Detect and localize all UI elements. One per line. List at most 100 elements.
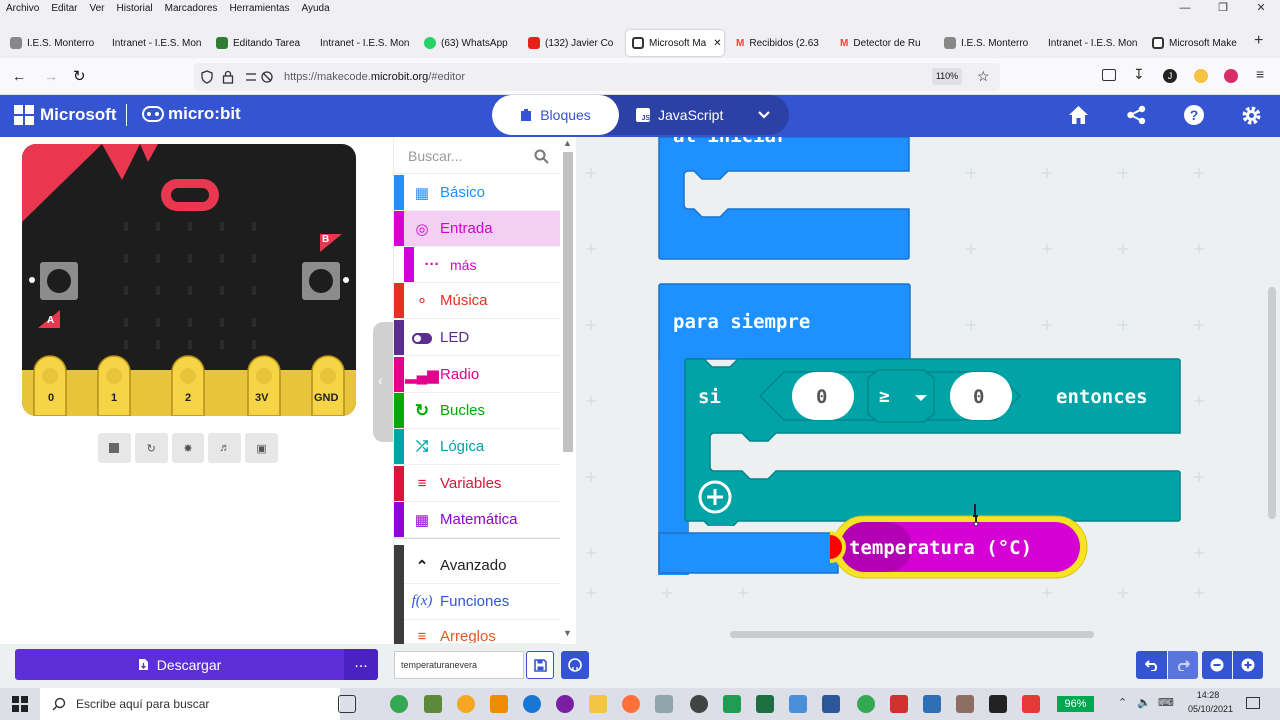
- photos-icon[interactable]: [923, 695, 941, 713]
- excel-icon[interactable]: [756, 695, 774, 713]
- download-icon[interactable]: ↧: [1133, 66, 1145, 83]
- restart-icon[interactable]: ↻: [134, 433, 168, 463]
- app-icon[interactable]: [789, 695, 807, 713]
- blocks-mode-button[interactable]: Bloques: [492, 95, 619, 135]
- tab-11[interactable]: Microsoft Make: [1146, 30, 1246, 56]
- word-icon[interactable]: [822, 695, 840, 713]
- github-button[interactable]: [561, 651, 589, 679]
- search-icon[interactable]: [534, 149, 549, 164]
- save-button[interactable]: [526, 651, 554, 679]
- download-button[interactable]: Descargar: [15, 649, 344, 680]
- microbit-simulator[interactable]: 0 1 2 3V GND A B: [22, 144, 356, 416]
- app-icon[interactable]: [556, 695, 574, 713]
- toolbox-scrollbar[interactable]: ▲ ▼: [562, 138, 574, 640]
- acrobat-icon[interactable]: [890, 695, 908, 713]
- zoom-in-button[interactable]: [1233, 651, 1263, 679]
- right-value-field[interactable]: 0: [973, 386, 984, 408]
- new-tab-icon[interactable]: +: [1254, 32, 1263, 50]
- mute-speaker-icon[interactable]: ♬: [208, 433, 242, 463]
- settings-gear-icon[interactable]: [690, 695, 708, 713]
- menu-historial[interactable]: Historial: [111, 3, 159, 14]
- reload-icon[interactable]: ↻: [73, 67, 86, 85]
- close-window-icon[interactable]: ✕: [1242, 0, 1280, 17]
- chrome-icon[interactable]: [390, 695, 408, 713]
- tab-10[interactable]: Intranet - I.E.S. Mon: [1042, 30, 1142, 56]
- fullscreen-icon[interactable]: ▣: [245, 433, 278, 463]
- app-icon[interactable]: [523, 695, 541, 713]
- menu-herramientas[interactable]: Herramientas: [223, 3, 295, 14]
- app-icon[interactable]: [457, 695, 475, 713]
- menu-editar[interactable]: Editar: [45, 3, 83, 14]
- microbit-logo[interactable]: micro:bit: [142, 104, 241, 124]
- extension-icon[interactable]: [1224, 69, 1238, 83]
- app-icon[interactable]: [723, 695, 741, 713]
- debug-bug-icon[interactable]: ✸: [171, 433, 205, 463]
- pocket-icon[interactable]: [1102, 69, 1116, 81]
- category-musica[interactable]: ⚬ Música: [394, 283, 560, 319]
- account-icon[interactable]: J: [1163, 69, 1177, 83]
- tab-7[interactable]: M Recibidos (2.63: [730, 30, 830, 56]
- on-start-block[interactable]: [658, 137, 912, 261]
- permissions-icon[interactable]: [244, 70, 274, 84]
- category-avanzado[interactable]: ⌃ Avanzado: [394, 548, 560, 584]
- category-logica[interactable]: ⤮ Lógica: [394, 429, 560, 465]
- workspace-horizontal-scrollbar[interactable]: [730, 631, 1094, 638]
- taskbar-search-input[interactable]: Escribe aquí para buscar: [40, 688, 340, 720]
- undo-button[interactable]: [1136, 651, 1167, 679]
- category-matematica[interactable]: ▦ Matemática: [394, 502, 560, 538]
- chrome-icon[interactable]: [857, 695, 875, 713]
- tab-4[interactable]: (63) WhatsApp: [418, 30, 522, 56]
- tab-3[interactable]: Intranet - I.E.S. Mon: [314, 30, 414, 56]
- terminal-icon[interactable]: [989, 695, 1007, 713]
- add-else-icon[interactable]: [700, 481, 734, 515]
- share-icon[interactable]: [1126, 105, 1147, 125]
- extension-icon[interactable]: [1194, 69, 1208, 83]
- task-view-icon[interactable]: [338, 695, 356, 713]
- keyboard-icon[interactable]: ⌨: [1158, 696, 1174, 709]
- toolbox-scroll-thumb[interactable]: [563, 152, 573, 452]
- stop-icon[interactable]: [98, 433, 131, 463]
- app-icon[interactable]: [1022, 695, 1040, 713]
- settings-gear-icon[interactable]: [1241, 105, 1262, 126]
- collapse-simulator-handle[interactable]: ‹: [373, 322, 393, 442]
- bookmark-star-icon[interactable]: ☆: [977, 68, 990, 85]
- if-then-block[interactable]: [684, 358, 1182, 526]
- category-basico[interactable]: ▦ Básico: [394, 175, 560, 211]
- file-explorer-icon[interactable]: [589, 695, 607, 713]
- workspace-vertical-scrollbar[interactable]: [1268, 287, 1276, 519]
- left-value-field[interactable]: 0: [816, 386, 827, 408]
- vlc-icon[interactable]: [490, 695, 508, 713]
- category-entrada[interactable]: ◎ Entrada: [394, 211, 560, 247]
- menu-ver[interactable]: Ver: [83, 3, 110, 14]
- category-radio[interactable]: ▂▄▆ Radio: [394, 357, 560, 393]
- shield-icon[interactable]: [200, 70, 214, 84]
- windows-start-icon[interactable]: [12, 696, 28, 712]
- menu-marcadores[interactable]: Marcadores: [159, 3, 224, 14]
- restore-icon[interactable]: ❐: [1204, 0, 1242, 17]
- battery-indicator[interactable]: 96%: [1057, 696, 1094, 712]
- category-bucles[interactable]: ↻ Bucles: [394, 393, 560, 429]
- more-options-button[interactable]: ...: [344, 649, 378, 680]
- zoom-level[interactable]: 110%: [932, 68, 962, 85]
- tab-6-active[interactable]: Microsoft Ma ✕: [626, 30, 724, 56]
- javascript-mode-button[interactable]: JS JavaScript: [636, 95, 756, 135]
- tray-chevron-up-icon[interactable]: ⌃: [1118, 696, 1127, 709]
- lock-icon[interactable]: [222, 70, 234, 84]
- category-mas[interactable]: ··· más: [404, 247, 560, 283]
- app-icon[interactable]: [655, 695, 673, 713]
- scroll-down-icon[interactable]: ▼: [563, 628, 572, 638]
- hamburger-menu-icon[interactable]: ≡: [1256, 66, 1264, 82]
- operator-dropdown[interactable]: ≥: [879, 386, 890, 407]
- project-name-input[interactable]: temperaturanevera: [394, 651, 524, 679]
- minimize-icon[interactable]: —: [1166, 0, 1204, 17]
- forward-icon[interactable]: →: [44, 68, 58, 84]
- category-funciones[interactable]: f(x) Funciones: [394, 584, 560, 620]
- notifications-icon[interactable]: [1246, 697, 1260, 709]
- game-icon[interactable]: [424, 695, 442, 713]
- home-icon[interactable]: [1068, 105, 1089, 125]
- tab-5[interactable]: (132) Javier Co: [522, 30, 622, 56]
- close-tab-icon[interactable]: ✕: [713, 38, 721, 49]
- tab-2[interactable]: Editando Tarea: [210, 30, 310, 56]
- url-bar[interactable]: https://makecode.microbit.org/#editor 11…: [194, 63, 1000, 91]
- tab-9[interactable]: I.E.S. Monterro: [938, 30, 1038, 56]
